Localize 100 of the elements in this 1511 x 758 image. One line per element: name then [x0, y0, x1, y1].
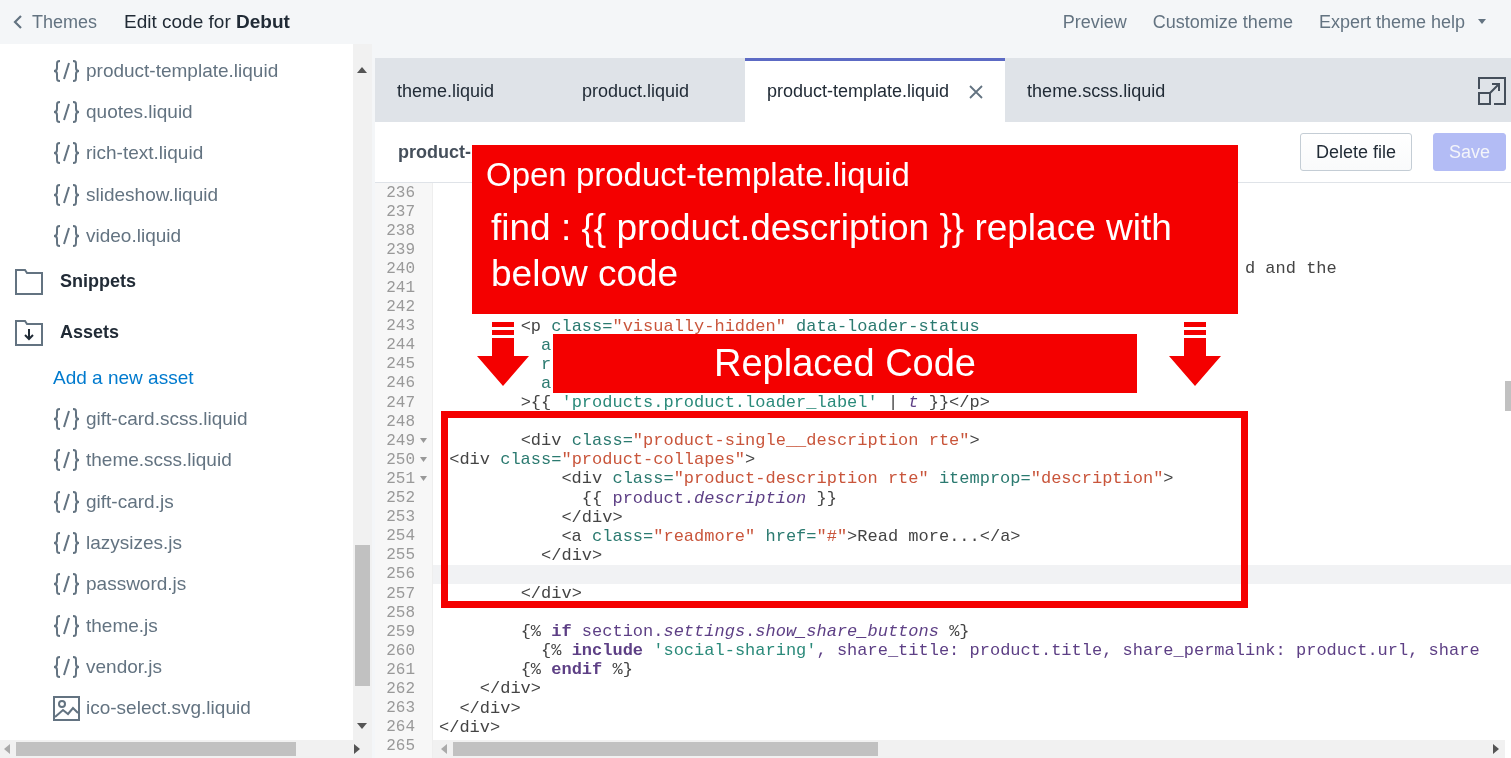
line-number: 253 — [386, 508, 415, 527]
file-item[interactable]: gift-card.js — [0, 481, 353, 523]
code-file-icon — [53, 573, 80, 596]
line-number: 243 — [386, 317, 415, 336]
line-number: 245 — [386, 355, 415, 374]
horizontal-scrollbar[interactable] — [0, 740, 372, 758]
file-tab[interactable]: product-template.liquid — [745, 58, 1006, 122]
file-item[interactable]: theme.js — [0, 604, 353, 647]
vertical-scrollbar[interactable] — [353, 44, 372, 740]
horizontal-scrollbar[interactable] — [433, 740, 1505, 758]
line-number: 263 — [386, 699, 415, 718]
file-item[interactable]: password.js — [0, 563, 353, 605]
nav-link[interactable]: Customize theme — [1152, 11, 1293, 33]
scroll-right-icon[interactable] — [1493, 744, 1499, 754]
file-item[interactable]: product-template.liquid — [0, 50, 353, 92]
download-folder-icon — [15, 320, 43, 346]
code-line: </div> — [459, 698, 521, 718]
fold-icon[interactable] — [420, 438, 427, 444]
line-number: 248 — [386, 412, 415, 431]
line-number: 250 — [386, 450, 415, 469]
file-tab[interactable]: theme.scss.liquid — [1005, 58, 1191, 122]
code-line: </div> — [479, 679, 542, 699]
code-file-icon — [53, 614, 80, 637]
scroll-left-icon[interactable] — [441, 744, 447, 754]
fold-icon[interactable] — [420, 476, 427, 482]
line-number: 258 — [386, 603, 415, 622]
file-item[interactable]: theme.scss.liquid — [0, 439, 353, 482]
callout-title: Open product-template.liquid — [486, 155, 911, 195]
line-number: 259 — [386, 622, 415, 641]
file-item[interactable]: slideshow.liquid — [0, 173, 353, 216]
add-asset-link[interactable]: Add a new asset — [0, 358, 353, 399]
code-line: {% include 'social-sharing', share_title: product.title, share_permalink: product.url, share — [541, 641, 1480, 661]
code-line: r — [541, 354, 552, 374]
code-line: <div class="product-description rte" itemprop="description"> — [561, 469, 1174, 489]
code-line: <p class="visually-hidden" data-loader-status — [520, 316, 980, 336]
code-line: </div> — [561, 507, 623, 527]
file-name: product- — [398, 141, 471, 163]
line-number: 262 — [386, 680, 415, 698]
folder-icon — [15, 269, 43, 295]
code-line: d and the — [1244, 259, 1337, 279]
code-file-icon — [53, 183, 80, 206]
code-line: </div> — [520, 583, 582, 603]
line-number: 256 — [386, 565, 415, 584]
scroll-up-icon[interactable] — [357, 67, 367, 73]
code-file-icon — [53, 408, 80, 431]
file-item[interactable]: gift-card.scss.liquid — [0, 398, 353, 440]
back-link[interactable]: Themes — [13, 11, 98, 33]
chevron-left-icon — [13, 14, 23, 30]
line-number: 257 — [386, 584, 415, 603]
nav-link[interactable]: Preview — [1062, 11, 1127, 33]
file-item[interactable]: video.liquid — [0, 215, 353, 257]
file-tab[interactable]: product.liquid — [560, 58, 745, 122]
code-file-icon — [53, 100, 80, 123]
code-file-icon — [53, 142, 80, 165]
file-item[interactable]: lazysizes.js — [0, 522, 353, 564]
code-file-icon — [53, 449, 80, 472]
expand-icon[interactable] — [1478, 77, 1506, 105]
code-file-icon — [53, 655, 80, 678]
file-item[interactable]: rich-text.liquid — [0, 132, 353, 174]
scrollbar-thumb[interactable] — [1505, 381, 1511, 411]
file-tab[interactable]: theme.liquid — [375, 58, 560, 122]
down-arrow-icon — [1169, 322, 1221, 386]
line-number: 254 — [386, 527, 415, 546]
code-line: </div> — [439, 717, 501, 737]
fold-icon[interactable] — [420, 457, 427, 463]
line-number: 265 — [386, 737, 415, 756]
code-line: {% endif %} — [520, 660, 633, 680]
line-number: 249 — [386, 431, 415, 450]
scroll-down-icon[interactable] — [357, 723, 367, 729]
code-file-icon — [53, 224, 80, 247]
code-file-icon — [53, 59, 80, 82]
scroll-left-icon[interactable] — [4, 744, 10, 754]
file-item[interactable]: ico-select.svg.liquid — [0, 687, 353, 729]
line-number: 260 — [386, 641, 415, 660]
line-number: 239 — [386, 240, 415, 259]
scrollbar-thumb[interactable] — [453, 742, 878, 756]
nav-link[interactable]: Expert theme help — [1318, 11, 1487, 33]
line-number: 241 — [386, 279, 415, 297]
image-file-icon — [53, 695, 80, 721]
code-line: a — [541, 373, 552, 393]
line-number: 252 — [386, 489, 415, 508]
line-number: 251 — [386, 469, 415, 488]
close-icon[interactable] — [969, 84, 984, 99]
code-line: </div> — [541, 545, 603, 565]
scrollbar-thumb[interactable] — [16, 742, 296, 756]
folder-item[interactable]: Snippets — [0, 256, 353, 308]
scrollbar-thumb[interactable] — [355, 545, 370, 686]
code-line: {% if section.settings.show_share_buttons %} — [520, 622, 970, 642]
code-line: <div class="product-single__description rte"> — [520, 431, 980, 451]
file-item[interactable]: quotes.liquid — [0, 91, 353, 133]
scroll-right-icon[interactable] — [354, 744, 360, 754]
delete-button[interactable]: Delete file — [1299, 133, 1412, 171]
folder-item[interactable]: Assets — [0, 307, 353, 359]
line-number: 240 — [386, 259, 415, 278]
file-item[interactable]: vendor.js — [0, 646, 353, 688]
code-file-icon — [53, 490, 80, 513]
line-number: 242 — [386, 298, 415, 317]
code-line: <div class="product-collapes"> — [449, 450, 756, 470]
callout-label: Replaced Code — [553, 334, 1137, 393]
code-line: {{ product.description }} — [581, 488, 837, 508]
